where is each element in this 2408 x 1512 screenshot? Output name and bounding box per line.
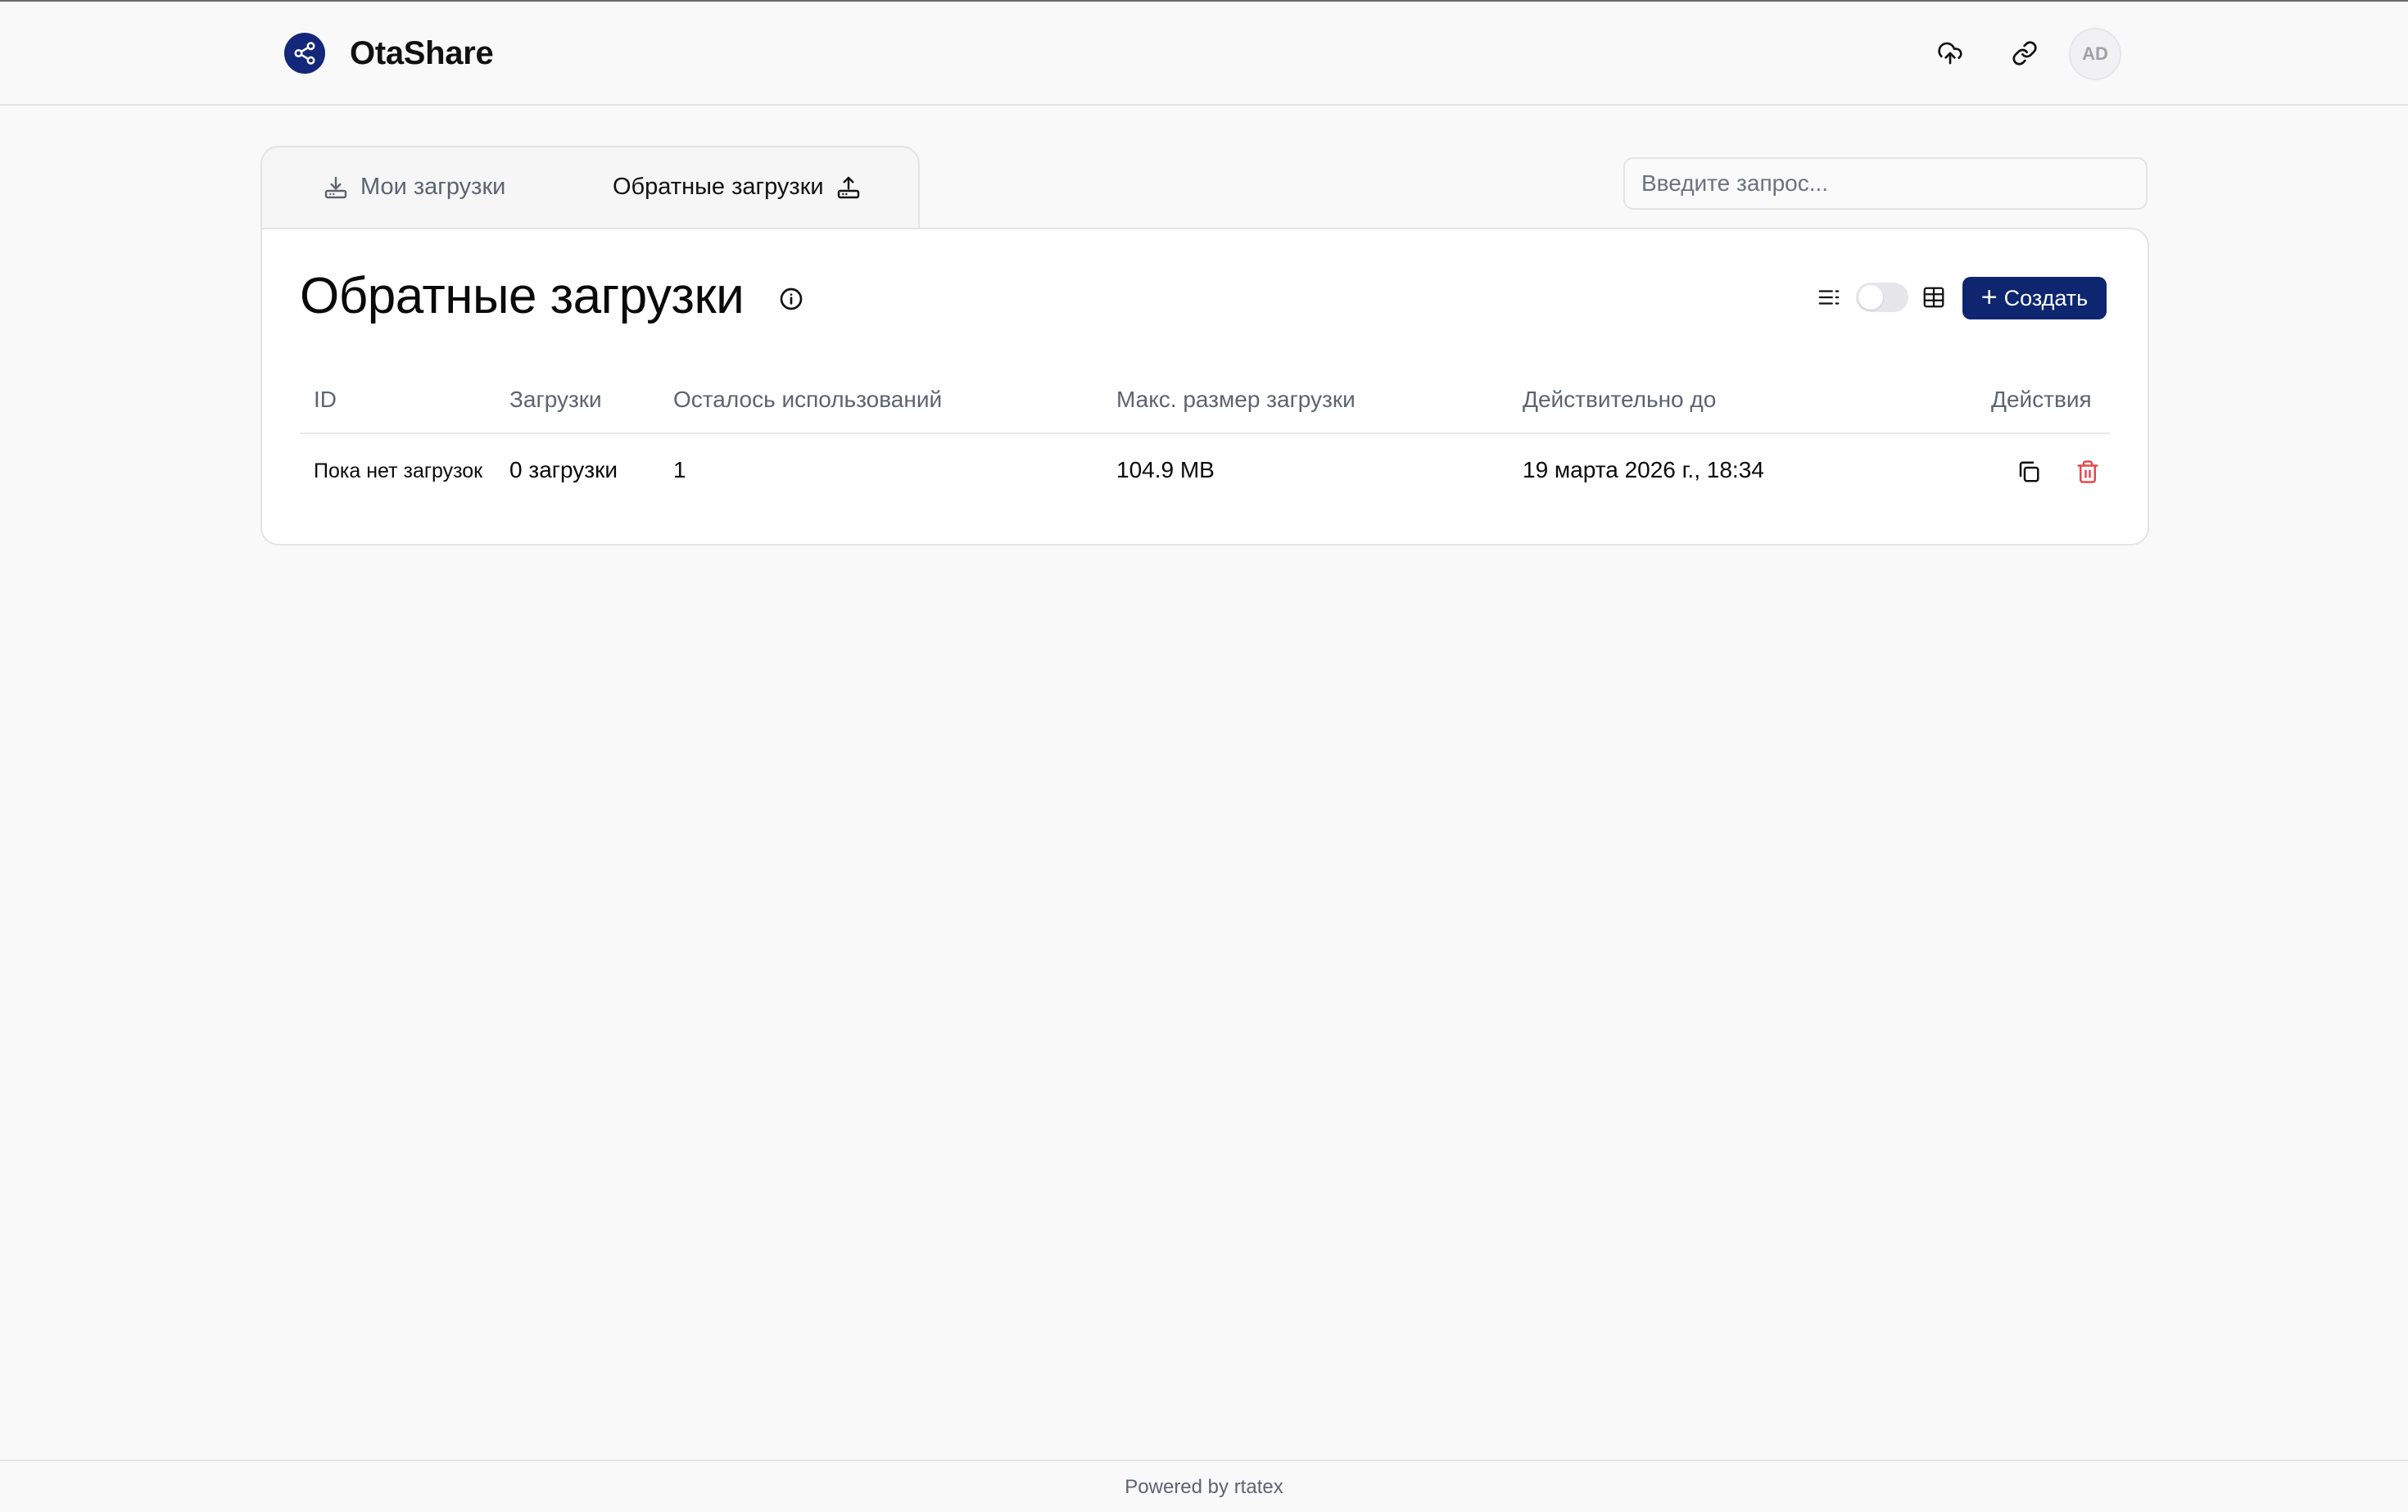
tab-my-uploads[interactable]: Мои загрузки [323, 174, 505, 201]
tab-reverse-uploads[interactable]: Обратные загрузки [613, 174, 862, 201]
avatar[interactable]: AD [2069, 28, 2121, 80]
view-toggle[interactable] [1856, 283, 1908, 312]
link-icon[interactable] [2003, 31, 2047, 75]
create-label: Создать [2003, 285, 2089, 310]
app-name: OtaShare [350, 34, 494, 71]
tab-label: Мои загрузки [360, 174, 506, 200]
brand[interactable]: OtaShare [284, 33, 494, 74]
column-header-uploads[interactable]: Загрузки [509, 387, 602, 413]
cell-uploads: 0 загрузки [509, 457, 618, 482]
footer-text: Powered by rtatex [1125, 1476, 1283, 1498]
cell-valid-until: 19 марта 2026 г., 18:34 [1523, 457, 1764, 482]
tab-bar: Мои загрузки Обратные загрузки [260, 146, 920, 229]
footer: Powered by rtatex [0, 1460, 2408, 1512]
column-header-uses-left[interactable]: Осталось использований [673, 387, 942, 413]
column-header-max-size[interactable]: Макс. размер загрузки [1116, 387, 1356, 413]
column-header-id[interactable]: ID [314, 387, 337, 413]
cell-uses-left: 1 [673, 457, 686, 482]
cell-max-size: 104.9 MB [1116, 457, 1215, 482]
page-title: Обратные загрузки [300, 268, 745, 324]
toggle-knob [1858, 285, 1883, 310]
table-divider [300, 432, 2110, 434]
copy-icon[interactable] [2012, 455, 2045, 488]
app-header: OtaShare AD [0, 2, 2408, 106]
share-icon [284, 33, 325, 74]
column-header-valid-until[interactable]: Действительно до [1523, 387, 1716, 413]
upload-tray-icon [835, 174, 862, 201]
search-input[interactable] [1623, 157, 2148, 210]
cloud-upload-icon[interactable] [1928, 31, 1972, 75]
plus-icon: + [1980, 281, 1998, 313]
reverse-uploads-card: Обратные загрузки + Создать ID Загрузки … [260, 228, 2149, 545]
table-view-icon[interactable] [1921, 285, 1946, 314]
cell-id: Пока нет загрузок [314, 459, 483, 482]
column-header-actions: Действия [1991, 387, 2092, 412]
tab-label: Обратные загрузки [613, 174, 824, 200]
info-icon[interactable] [778, 286, 804, 316]
list-view-icon[interactable] [1817, 285, 1841, 314]
download-tray-icon [323, 174, 349, 201]
create-button[interactable]: + Создать [1962, 277, 2107, 319]
trash-icon[interactable] [2071, 455, 2104, 488]
